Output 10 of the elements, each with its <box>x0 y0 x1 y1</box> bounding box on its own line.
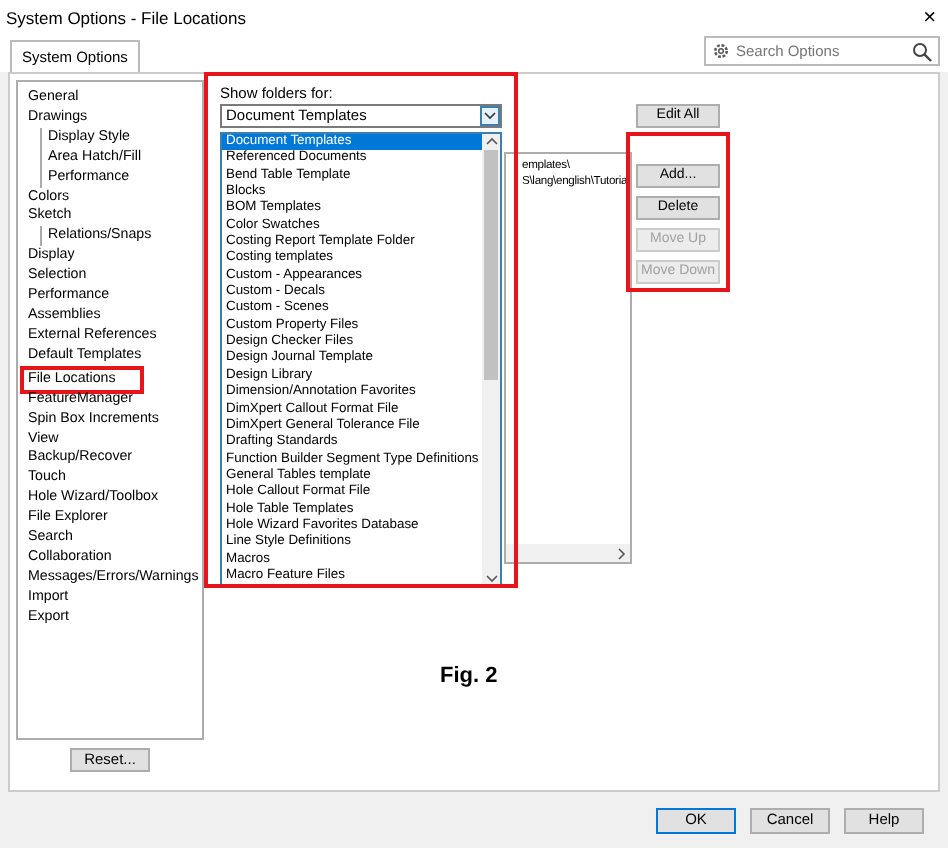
gear-icon <box>712 42 730 60</box>
scroll-down-icon[interactable] <box>485 570 497 586</box>
caret-icon <box>484 112 496 120</box>
scroll-right-icon[interactable] <box>618 547 626 559</box>
search-icon[interactable] <box>912 41 932 61</box>
scroll-up-icon[interactable] <box>485 134 497 150</box>
scrollbar-thumb[interactable] <box>484 150 498 380</box>
figure-caption: Fig. 2 <box>440 662 498 692</box>
close-button[interactable]: × <box>923 7 936 29</box>
window-title: System Options - File Locations <box>6 5 246 31</box>
